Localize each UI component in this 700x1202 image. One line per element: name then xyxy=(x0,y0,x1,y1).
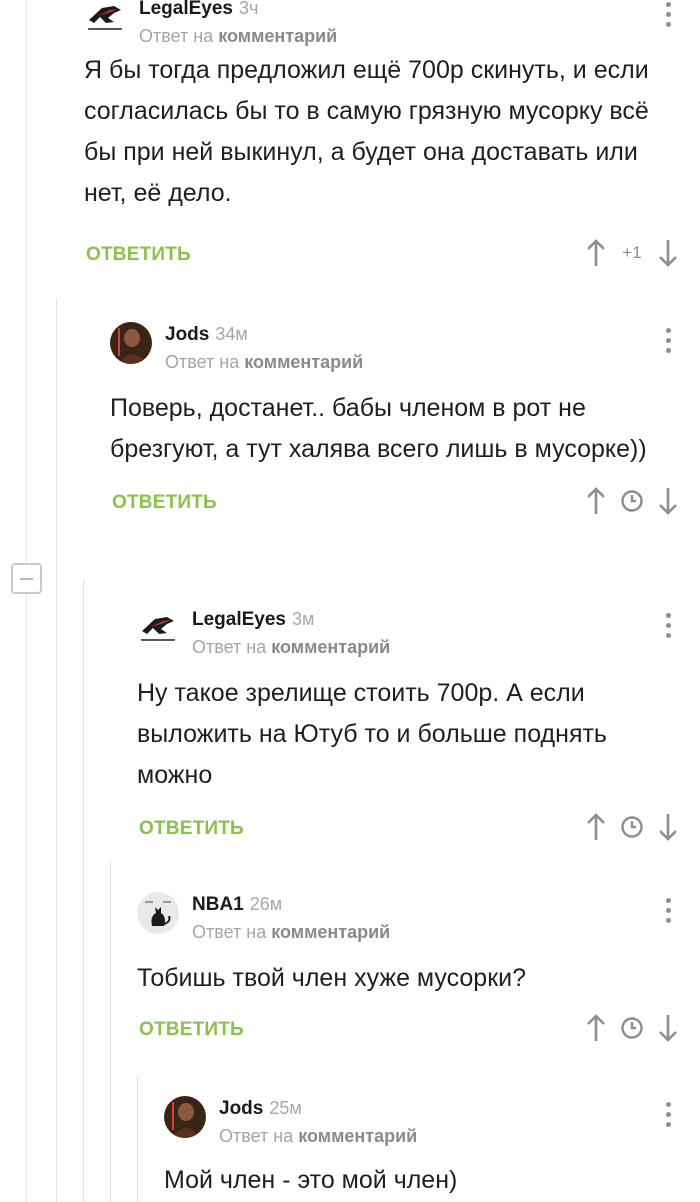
rating-value: +1 xyxy=(622,243,642,262)
avatar[interactable] xyxy=(110,322,152,364)
avatar[interactable] xyxy=(84,0,126,38)
vote-controls: +1 xyxy=(584,238,680,268)
comment-header: NBA1 26м Ответ на комментарий xyxy=(137,886,700,950)
upvote-arrow-icon[interactable] xyxy=(584,812,608,842)
author-label[interactable]: LegalEyes xyxy=(139,0,233,19)
reply-to-link[interactable]: Ответ на комментарий xyxy=(219,1126,417,1147)
clock-icon xyxy=(621,1017,643,1039)
upvote-arrow-icon[interactable] xyxy=(584,486,608,516)
reply-to-link[interactable]: Ответ на комментарий xyxy=(165,352,363,373)
collapse-thread-button[interactable] xyxy=(11,563,42,594)
comment-header: Jods 25м Ответ на комментарий xyxy=(164,1090,700,1154)
upvote-arrow-icon[interactable] xyxy=(584,1013,608,1043)
comment: Jods 25м Ответ на комментарий Мой член - … xyxy=(164,1090,700,1201)
comment-age: 3ч xyxy=(239,0,259,18)
reply-button[interactable]: ОТВЕТИТЬ xyxy=(86,244,191,266)
comment-text: Поверь, достанет.. бабы членом в рот не … xyxy=(110,394,647,463)
rog-logo-icon xyxy=(84,0,126,38)
avatar[interactable] xyxy=(137,607,179,649)
reply-to-prefix: Ответ на xyxy=(192,637,267,657)
comment-header: LegalEyes 3ч Ответ на комментарий xyxy=(84,0,700,54)
cat-avatar-icon xyxy=(137,892,179,934)
avatar[interactable] xyxy=(137,892,179,934)
comment-text: Мой член - это мой член) xyxy=(164,1166,458,1194)
reply-to-target[interactable]: комментарий xyxy=(244,352,363,372)
reply-to-prefix: Ответ на xyxy=(165,352,240,372)
author-name[interactable]: Jods 34м xyxy=(165,324,248,346)
more-options-icon[interactable] xyxy=(666,613,672,643)
thread-line xyxy=(137,1075,138,1202)
reply-button[interactable]: ОТВЕТИТЬ xyxy=(139,1019,244,1041)
reply-to-link[interactable]: Ответ на комментарий xyxy=(139,26,337,47)
author-label[interactable]: Jods xyxy=(165,324,209,345)
comment-age: 26м xyxy=(249,894,283,914)
thread-line xyxy=(56,298,57,1202)
reply-to-target[interactable]: комментарий xyxy=(271,637,390,657)
reply-button[interactable]: ОТВЕТИТЬ xyxy=(139,818,244,840)
reply-to-target[interactable]: комментарий xyxy=(298,1126,417,1146)
comment-header: LegalEyes 3м Ответ на комментарий xyxy=(137,601,700,665)
more-options-icon[interactable] xyxy=(666,2,672,32)
comment-age: 3м xyxy=(292,609,315,629)
comment: LegalEyes 3м Ответ на комментарий Ну тако… xyxy=(137,601,700,852)
vote-controls xyxy=(584,812,680,842)
comment: LegalEyes 3ч Ответ на комментарий Я бы то… xyxy=(84,0,700,278)
thread-line xyxy=(83,580,84,1202)
comment-age: 34м xyxy=(215,324,248,344)
comment-actions: ОТВЕТИТЬ xyxy=(137,1009,700,1053)
more-options-icon[interactable] xyxy=(666,328,672,358)
reply-to-prefix: Ответ на xyxy=(219,1126,294,1146)
downvote-arrow-icon[interactable] xyxy=(656,1013,680,1043)
vote-controls xyxy=(584,486,680,516)
more-options-icon[interactable] xyxy=(666,898,672,928)
upvote-arrow-icon[interactable] xyxy=(584,238,608,268)
author-name[interactable]: Jods 25м xyxy=(219,1098,302,1120)
clock-icon xyxy=(621,490,643,512)
author-name[interactable]: LegalEyes 3м xyxy=(192,609,314,631)
thread-line xyxy=(110,860,111,1202)
reply-button[interactable]: ОТВЕТИТЬ xyxy=(112,492,217,514)
comment-actions: ОТВЕТИТЬ +1 xyxy=(84,234,700,278)
rating-pending xyxy=(608,1016,656,1040)
reply-to-link[interactable]: Ответ на комментарий xyxy=(192,922,390,943)
reply-to-target[interactable]: комментарий xyxy=(271,922,390,942)
comment-header: Jods 34м Ответ на комментарий xyxy=(110,316,700,380)
rog-logo-icon xyxy=(137,607,179,649)
rating-pending xyxy=(608,489,656,513)
author-name[interactable]: LegalEyes 3ч xyxy=(139,0,258,20)
comment-text: Тобишь твой член хуже мусорки? xyxy=(137,964,527,992)
comment: NBA1 26м Ответ на комментарий Тобишь твой… xyxy=(137,886,700,1053)
reply-to-prefix: Ответ на xyxy=(192,922,267,942)
reply-to-target[interactable]: комментарий xyxy=(218,26,337,46)
avatar[interactable] xyxy=(164,1096,206,1138)
rating-pending xyxy=(608,815,656,839)
author-label[interactable]: NBA1 xyxy=(192,894,244,915)
portrait-avatar-icon xyxy=(164,1096,206,1138)
comment: Jods 34м Ответ на комментарий Поверь, дос… xyxy=(110,316,700,526)
comment-text: Ну такое зрелище стоить 700р. А если выл… xyxy=(137,679,607,789)
thread-line xyxy=(26,0,27,1202)
comment-actions: ОТВЕТИТЬ xyxy=(110,482,700,526)
comment-text: Я бы тогда предложил ещё 700р скинуть, и… xyxy=(84,56,649,207)
reply-to-prefix: Ответ на xyxy=(139,26,214,46)
downvote-arrow-icon[interactable] xyxy=(656,486,680,516)
downvote-arrow-icon[interactable] xyxy=(656,238,680,268)
author-label[interactable]: LegalEyes xyxy=(192,609,286,630)
comment-age: 25м xyxy=(269,1098,302,1118)
author-label[interactable]: Jods xyxy=(219,1098,263,1119)
portrait-avatar-icon xyxy=(110,322,152,364)
reply-to-link[interactable]: Ответ на комментарий xyxy=(192,637,390,658)
vote-controls xyxy=(584,1013,680,1043)
downvote-arrow-icon[interactable] xyxy=(656,812,680,842)
clock-icon xyxy=(621,816,643,838)
author-name[interactable]: NBA1 26м xyxy=(192,894,282,916)
more-options-icon[interactable] xyxy=(666,1102,672,1132)
comment-actions: ОТВЕТИТЬ xyxy=(137,808,700,852)
